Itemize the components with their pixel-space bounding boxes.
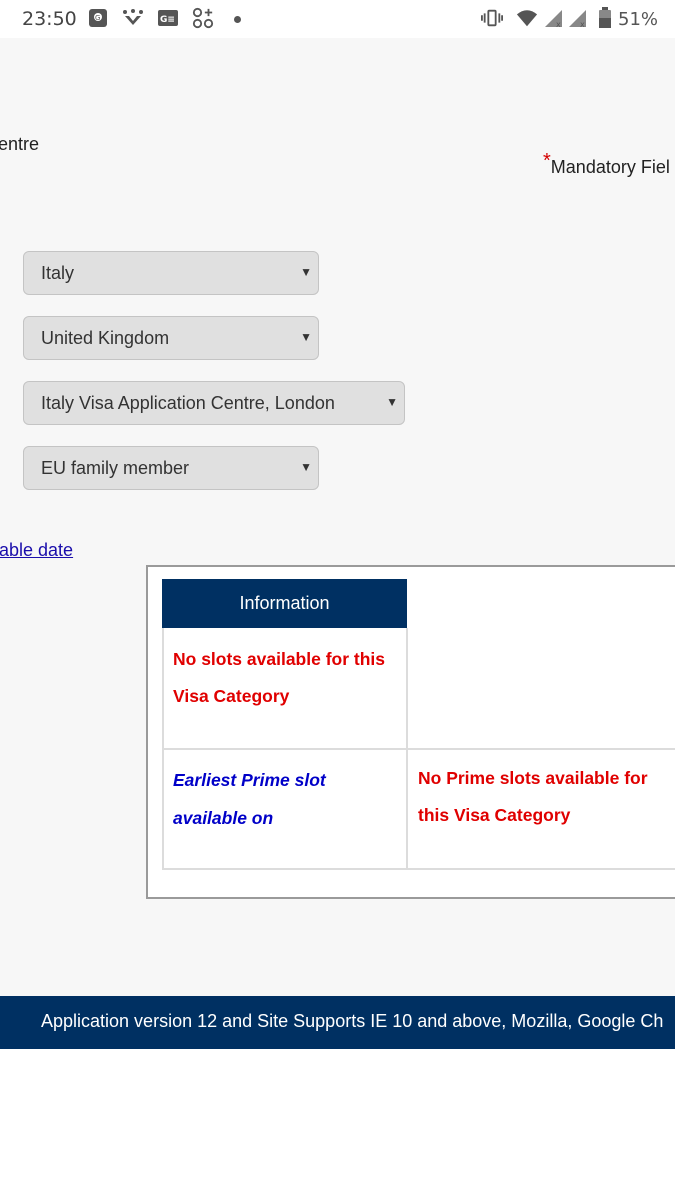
dropdown-arrow-icon: ▼ [300,330,312,344]
dropdown-arrow-icon: ▼ [300,460,312,474]
no-prime-slots-message: No Prime slots available for this Visa C… [418,760,668,834]
page-heading-fragment: entre [0,134,40,154]
svg-text:G: G [95,14,100,22]
notification-dot-icon [234,16,241,23]
earliest-date-link[interactable]: able date [0,540,73,561]
signal-icon-2: x [567,7,589,29]
country-select-value: Italy [41,262,75,283]
mandatory-fields-note: *Mandatory Fiel [543,150,670,179]
wifi-icon [516,7,538,29]
news-icon: G≡ [157,7,179,29]
screen: 23:50 G G≡ x x 51% entre *Mandatory Fiel… [0,0,675,1200]
table-border [162,868,675,870]
mandatory-label: Mandatory Fiel [550,157,670,177]
country-select[interactable]: Italy ▼ [23,251,319,295]
vibrate-icon [481,7,503,29]
dropdown-arrow-icon: ▼ [300,265,312,279]
residence-select[interactable]: United Kingdom ▼ [23,316,319,360]
no-slots-message: No slots available for this Visa Categor… [173,641,401,715]
spark-icon [122,7,144,29]
information-header: Information [162,579,407,628]
category-select-value: EU family member [41,457,190,478]
battery-icon [594,7,616,29]
battery-percentage: 51% [618,9,659,30]
svg-text:x: x [556,20,561,28]
footer-text: Application version 12 and Site Supports… [41,1011,664,1031]
prime-slot-label: Earliest Prime slot available on [173,761,401,837]
category-select[interactable]: EU family member ▼ [23,446,319,490]
dropdown-arrow-icon: ▼ [386,395,398,409]
centre-select-value: Italy Visa Application Centre, London [41,392,335,413]
page-content: entre *Mandatory Fiel Italy ▼ United Kin… [0,38,675,996]
centre-select[interactable]: Italy Visa Application Centre, London ▼ [23,381,405,425]
signal-icon: x [543,7,565,29]
footer-bar: Application version 12 and Site Supports… [0,996,675,1049]
status-bar: 23:50 G G≡ x x 51% [0,0,675,38]
residence-select-value: United Kingdom [41,327,170,348]
apps-icon [192,7,214,29]
svg-text:G≡: G≡ [160,15,175,25]
status-time: 23:50 [22,8,77,30]
slot-info-panel: Information No slots available for this … [146,565,675,899]
table-border [162,748,675,750]
required-star: * [543,150,551,172]
maps-icon: G [87,7,109,29]
svg-text:x: x [580,20,585,28]
